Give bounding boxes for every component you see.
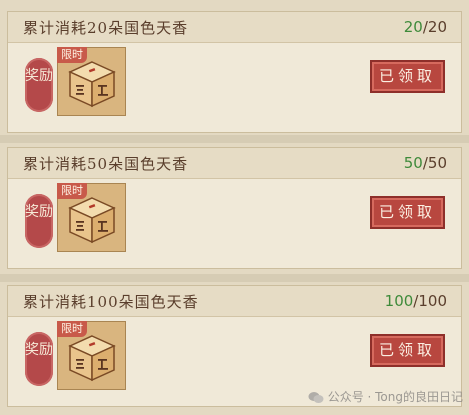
reward-item-slot[interactable]: 限时 (57, 47, 126, 116)
reward-label: 奖励 (25, 194, 53, 248)
reward-label: 奖励 (25, 332, 53, 386)
task-title: 累计消耗100朵国色天香 (23, 293, 199, 311)
task-progress: 100/100 (385, 292, 447, 310)
watermark-text: 公众号 · Tong的良田日记 (327, 390, 463, 404)
dice-icon (68, 335, 116, 382)
background-divider (0, 135, 469, 143)
progress-current: 50 (403, 154, 423, 172)
reward-label: 奖励 (25, 58, 53, 112)
task-title: 累计消耗20朵国色天香 (23, 19, 189, 37)
dice-icon (68, 197, 116, 244)
task-header: 累计消耗50朵国色天香 50/50 (8, 148, 461, 179)
progress-current: 20 (403, 18, 423, 36)
progress-total: 100 (418, 292, 447, 310)
wechat-icon (308, 392, 324, 403)
progress-total: 20 (427, 18, 447, 36)
background-divider (0, 274, 469, 282)
task-progress: 50/50 (404, 154, 447, 172)
task-progress: 20/20 (404, 18, 447, 36)
reward-item-slot[interactable]: 限时 (57, 321, 126, 390)
claimed-button[interactable]: 已领取 (370, 334, 445, 367)
claimed-button[interactable]: 已领取 (370, 196, 445, 229)
reward-item-slot[interactable]: 限时 (57, 183, 126, 252)
task-card: 累计消耗50朵国色天香 50/50 奖励 限时 已领取 (7, 147, 462, 269)
task-title: 累计消耗50朵国色天香 (23, 155, 189, 173)
progress-current: 100 (384, 292, 414, 310)
dice-icon (68, 61, 116, 108)
progress-total: 50 (427, 154, 447, 172)
task-header: 累计消耗20朵国色天香 20/20 (8, 12, 461, 43)
task-card: 累计消耗20朵国色天香 20/20 奖励 限时 已领取 (7, 11, 462, 133)
watermark: 公众号 · Tong的良田日记 (308, 388, 463, 405)
claimed-button[interactable]: 已领取 (370, 60, 445, 93)
task-header: 累计消耗100朵国色天香 100/100 (8, 286, 461, 317)
